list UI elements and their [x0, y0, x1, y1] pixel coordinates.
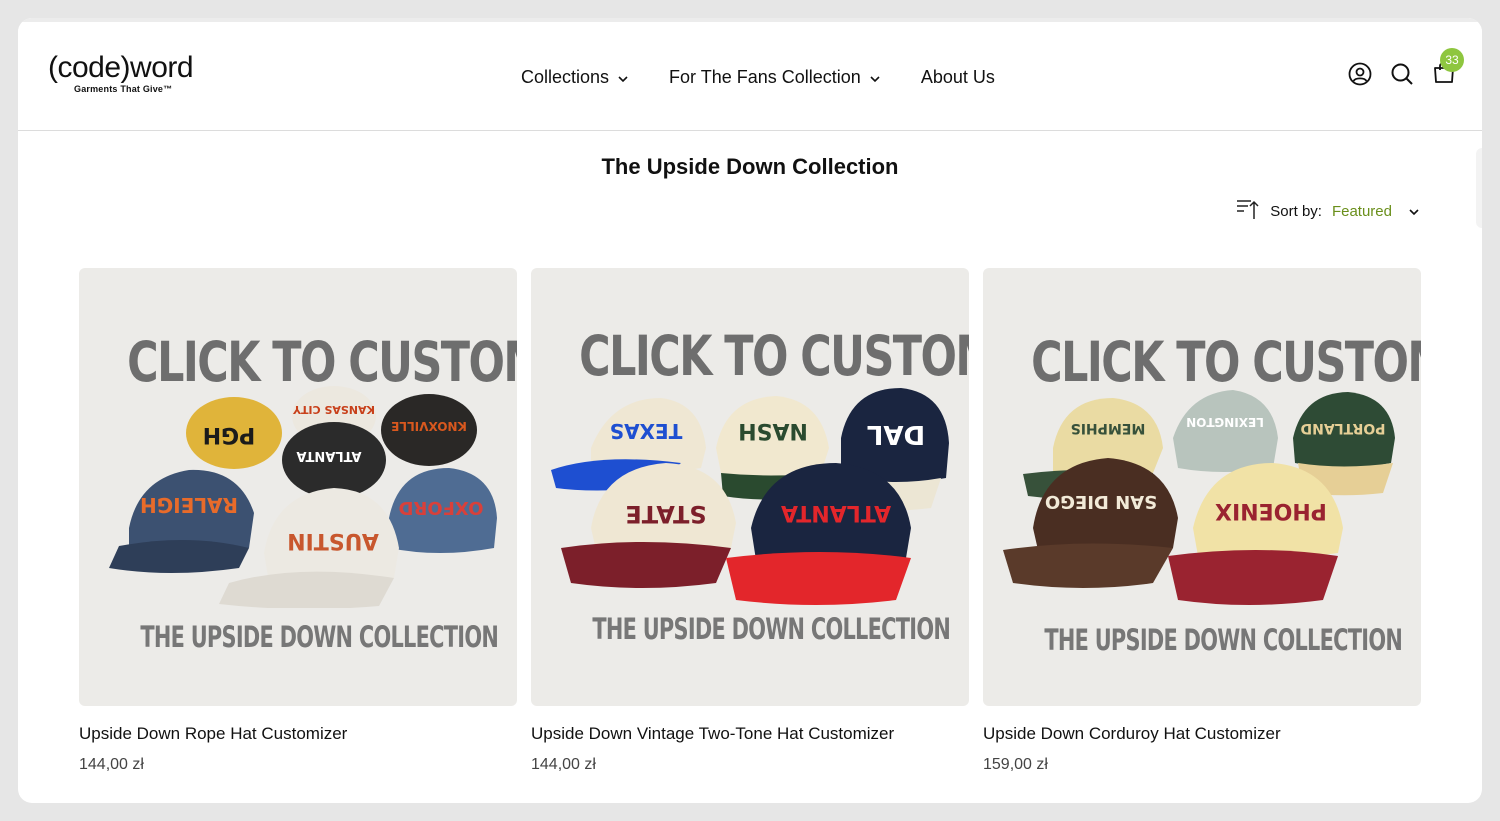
product-image[interactable]: CLICK TO CUSTOMIZE PGH KANSAS CITY KNOXV… — [79, 268, 517, 706]
nav-about-us-label: About Us — [920, 66, 995, 87]
cap-text: PGH — [203, 422, 256, 447]
product-image[interactable]: CLICK TO CUSTOMIZE MEMPHIS LEXINGTON POR… — [983, 268, 1421, 706]
cap-text: SAN DIEGO — [1045, 491, 1157, 512]
cap-text: KNOXVILLE — [391, 419, 467, 433]
product-card[interactable]: CLICK TO CUSTOMIZE PGH KANSAS CITY KNOXV… — [79, 268, 517, 774]
image-subtitle: THE UPSIDE DOWN COLLECTION — [1044, 623, 1403, 657]
product-name[interactable]: Upside Down Rope Hat Customizer — [79, 724, 517, 744]
cap-text: ATLANTA — [781, 500, 891, 525]
cap-text: ATLANTA — [296, 448, 361, 463]
image-subtitle: THE UPSIDE DOWN COLLECTION — [140, 620, 499, 654]
cap-text: STATE — [625, 500, 706, 528]
cap-text: DAL — [867, 419, 925, 449]
product-name[interactable]: Upside Down Corduroy Hat Customizer — [983, 724, 1421, 744]
product-card[interactable]: CLICK TO CUSTOMIZE TEXAS NASH DAL — [531, 268, 969, 774]
product-price: 159,00 zł — [983, 756, 1048, 773]
nav-fans-collection[interactable]: For The Fans Collection — [669, 62, 881, 92]
page-title: The Upside Down Collection — [601, 154, 899, 179]
cap-text: PHOENIX — [1215, 498, 1327, 523]
main-nav: Collections For The Fans Collection Abou… — [521, 62, 995, 92]
site-logo[interactable]: (code)word Garments That Give™ — [48, 51, 194, 95]
cart-button[interactable]: 33 — [1432, 48, 1464, 86]
cap-text: NASH — [738, 418, 808, 443]
nav-fans-collection-label: For The Fans Collection — [669, 66, 861, 87]
header-icons: 33 — [1348, 48, 1464, 86]
product-name[interactable]: Upside Down Vintage Two-Tone Hat Customi… — [531, 724, 969, 744]
cap-text: AUSTIN — [287, 528, 379, 553]
browser-window: (code)word Garments That Give™ Collectio… — [18, 18, 1482, 803]
account-icon[interactable] — [1348, 62, 1372, 86]
logo-tagline: Garments That Give™ — [74, 84, 173, 94]
cap-text: PORTLAND — [1301, 420, 1386, 436]
sort-icon — [1236, 198, 1260, 224]
cap-text: MEMPHIS — [1071, 420, 1146, 436]
product-card[interactable]: CLICK TO CUSTOMIZE MEMPHIS LEXINGTON POR… — [983, 268, 1421, 774]
caps-illustration: PGH KANSAS CITY KNOXVILLE ATLANTA RALEIG… — [109, 386, 497, 608]
cap-text: RALEIGH — [140, 493, 238, 517]
caps-illustration: TEXAS NASH DAL STATE ATLANTA — [551, 388, 949, 605]
cap-text: TEXAS — [610, 419, 683, 443]
sort-dropdown[interactable]: Sort by: Featured — [1236, 198, 1420, 224]
cap-text: LEXINGTON — [1186, 415, 1264, 429]
caps-illustration: MEMPHIS LEXINGTON PORTLAND SAN DIEGO PHO… — [1003, 390, 1395, 605]
nav-about-us[interactable]: About Us — [921, 62, 995, 92]
search-icon[interactable] — [1390, 62, 1414, 86]
nav-collections-label: Collections — [521, 66, 610, 87]
sort-label: Sort by: — [1270, 202, 1322, 220]
product-grid: CLICK TO CUSTOMIZE PGH KANSAS CITY KNOXV… — [79, 268, 1421, 774]
image-subtitle: THE UPSIDE DOWN COLLECTION — [592, 612, 951, 646]
product-price: 144,00 zł — [531, 756, 596, 773]
chevron-down-icon — [869, 67, 881, 88]
chevron-down-icon — [617, 67, 629, 88]
site-header: (code)word Garments That Give™ Collectio… — [18, 22, 1482, 131]
nav-collections[interactable]: Collections — [521, 62, 629, 92]
logo-wordmark: (code)word — [48, 51, 194, 84]
sort-value: Featured — [1331, 202, 1392, 220]
cart-count-badge: 33 — [1440, 48, 1464, 72]
product-price: 144,00 zł — [79, 756, 144, 773]
cap-text: OXFORD — [399, 497, 484, 518]
product-image[interactable]: CLICK TO CUSTOMIZE TEXAS NASH DAL — [531, 268, 969, 706]
chevron-down-icon — [1408, 203, 1420, 220]
cap-text: KANSAS CITY — [292, 403, 375, 416]
